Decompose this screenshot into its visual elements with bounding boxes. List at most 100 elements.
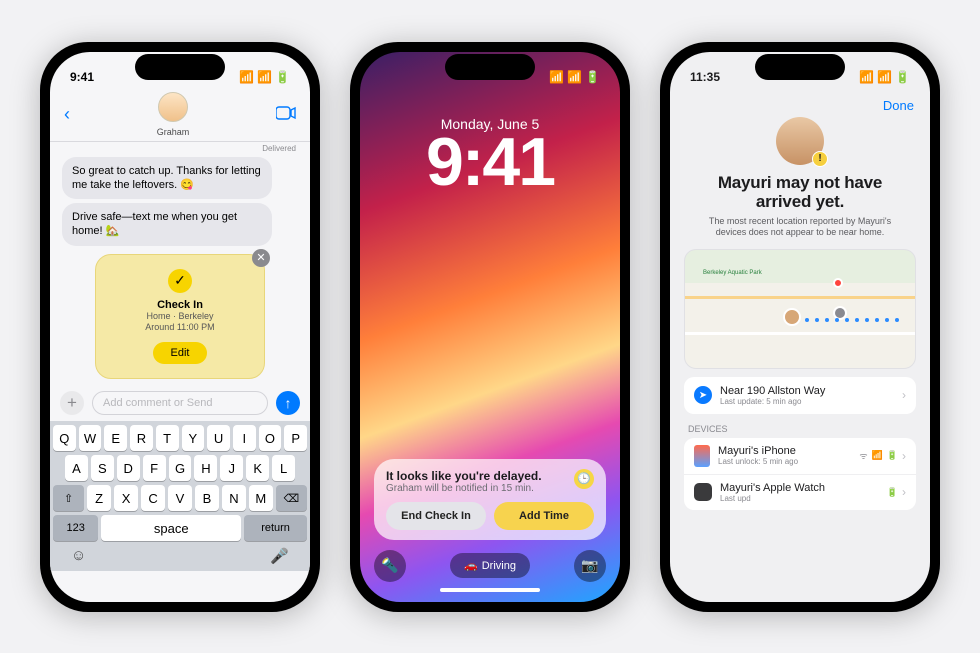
device-row[interactable]: Mayuri's Apple Watch Last upd 🔋 › xyxy=(684,475,916,510)
status-time: 11:35 xyxy=(690,70,720,84)
alert-title: Mayuri may not have arrived yet. xyxy=(670,173,930,212)
message-bubble[interactable]: Drive safe—text me when you get home! 🏡 xyxy=(62,203,272,246)
chevron-right-icon: › xyxy=(902,388,906,402)
key-space[interactable]: space xyxy=(101,515,241,541)
clock-icon: 🕒 xyxy=(574,469,594,489)
dynamic-island xyxy=(755,54,845,80)
key-return[interactable]: return xyxy=(244,515,307,541)
delivered-label: Delivered xyxy=(50,142,310,153)
key-c[interactable]: C xyxy=(141,485,165,511)
key-h[interactable]: H xyxy=(194,455,217,481)
emoji-button[interactable]: ☺ xyxy=(71,547,86,565)
edit-button[interactable]: Edit xyxy=(153,342,208,364)
key-e[interactable]: E xyxy=(104,425,127,451)
chevron-right-icon: › xyxy=(902,485,906,499)
key-s[interactable]: S xyxy=(91,455,114,481)
phone-lockscreen: 📶 📶 🔋 Monday, June 5 9:41 🕒 It looks lik… xyxy=(350,42,630,612)
status-indicators: 📶 📶 🔋 xyxy=(549,70,600,84)
status-time: 9:41 xyxy=(70,70,94,84)
message-bubble[interactable]: So great to catch up. Thanks for letting… xyxy=(62,157,272,200)
facetime-button[interactable] xyxy=(276,104,296,125)
checkin-destination: Home · Berkeley xyxy=(106,311,254,323)
location-subtitle: Last update: 5 min ago xyxy=(720,397,825,406)
status-indicators: 📶 📶 🔋 xyxy=(859,70,910,84)
key-z[interactable]: Z xyxy=(87,485,111,511)
message-list[interactable]: So great to catch up. Thanks for letting… xyxy=(50,153,310,386)
key-m[interactable]: M xyxy=(249,485,273,511)
battery-icon: 🔋 xyxy=(895,70,910,84)
dictation-button[interactable]: 🎤 xyxy=(270,547,289,565)
compose-bar: + Add comment or Send ↑ xyxy=(50,385,310,421)
person-avatar: ! xyxy=(776,117,824,165)
key-shift[interactable]: ⇧ xyxy=(53,485,84,511)
back-button[interactable]: ‹ xyxy=(64,104,70,125)
key-k[interactable]: K xyxy=(246,455,269,481)
map-pin-home xyxy=(833,278,843,288)
keyboard: Q W E R T Y U I O P A S D F G H J K L xyxy=(50,421,310,571)
contact-header[interactable]: Graham xyxy=(157,92,190,137)
key-i[interactable]: I xyxy=(233,425,256,451)
delay-notification[interactable]: 🕒 It looks like you're delayed. Graham w… xyxy=(374,459,606,540)
checkmark-icon: ✓ xyxy=(168,269,192,293)
warning-badge-icon: ! xyxy=(812,151,828,167)
close-icon[interactable]: ✕ xyxy=(252,249,270,267)
key-q[interactable]: Q xyxy=(53,425,76,451)
map-view[interactable]: Berkeley Aquatic Park xyxy=(684,249,916,369)
wifi-icon: ᯤ xyxy=(859,449,867,462)
add-time-button[interactable]: Add Time xyxy=(494,502,594,530)
battery-icon: 🔋 xyxy=(887,450,898,461)
key-n[interactable]: N xyxy=(222,485,246,511)
key-w[interactable]: W xyxy=(79,425,102,451)
key-f[interactable]: F xyxy=(143,455,166,481)
device-row[interactable]: Mayuri's iPhone Last unlock: 5 min ago ᯤ… xyxy=(684,438,916,475)
wifi-icon: 📶 xyxy=(567,70,582,84)
key-u[interactable]: U xyxy=(207,425,230,451)
device-name: Mayuri's iPhone xyxy=(718,445,798,457)
send-button[interactable]: ↑ xyxy=(276,391,300,415)
key-g[interactable]: G xyxy=(169,455,192,481)
key-a[interactable]: A xyxy=(65,455,88,481)
battery-icon: 🔋 xyxy=(887,487,898,498)
key-v[interactable]: V xyxy=(168,485,192,511)
key-l[interactable]: L xyxy=(272,455,295,481)
done-button[interactable]: Done xyxy=(670,92,930,113)
location-icon: ➤ xyxy=(694,386,712,404)
focus-pill[interactable]: 🚗 Driving xyxy=(450,553,530,578)
key-123[interactable]: 123 xyxy=(53,515,98,541)
device-name: Mayuri's Apple Watch xyxy=(720,482,825,494)
key-x[interactable]: X xyxy=(114,485,138,511)
alert-subtitle: The most recent location reported by May… xyxy=(670,212,930,239)
key-r[interactable]: R xyxy=(130,425,153,451)
notif-title: It looks like you're delayed. xyxy=(386,469,594,483)
wifi-icon: 📶 xyxy=(877,70,892,84)
key-j[interactable]: J xyxy=(220,455,243,481)
signal-icon: 📶 xyxy=(239,70,254,84)
status-indicators: 📶 📶 🔋 xyxy=(239,70,290,84)
phone-findmy: 11:35 📶 📶 🔋 Done ! Mayuri may not have a… xyxy=(660,42,940,612)
message-input[interactable]: Add comment or Send xyxy=(92,391,268,415)
car-icon: 🚗 xyxy=(464,559,478,572)
key-d[interactable]: D xyxy=(117,455,140,481)
add-button[interactable]: + xyxy=(60,391,84,415)
location-card[interactable]: ➤ Near 190 Allston Way Last update: 5 mi… xyxy=(684,377,916,414)
device-sub: Last unlock: 5 min ago xyxy=(718,457,798,466)
home-indicator[interactable] xyxy=(440,588,540,592)
end-checkin-button[interactable]: End Check In xyxy=(386,502,486,530)
contact-name: Graham xyxy=(157,127,190,137)
key-b[interactable]: B xyxy=(195,485,219,511)
flashlight-button[interactable]: 🔦 xyxy=(374,550,406,582)
notif-subtitle: Graham will be notified in 15 min. xyxy=(386,483,594,494)
key-o[interactable]: O xyxy=(259,425,282,451)
checkin-card[interactable]: ✕ ✓ Check In Home · Berkeley Around 11:0… xyxy=(95,254,265,379)
dynamic-island xyxy=(445,54,535,80)
key-y[interactable]: Y xyxy=(182,425,205,451)
location-title: Near 190 Allston Way xyxy=(720,385,825,397)
wifi-icon: 📶 xyxy=(257,70,272,84)
key-delete[interactable]: ⌫ xyxy=(276,485,307,511)
camera-button[interactable]: 📷 xyxy=(574,550,606,582)
key-p[interactable]: P xyxy=(284,425,307,451)
contact-avatar xyxy=(158,92,188,122)
dynamic-island xyxy=(135,54,225,80)
key-t[interactable]: T xyxy=(156,425,179,451)
map-park-label: Berkeley Aquatic Park xyxy=(703,270,762,276)
